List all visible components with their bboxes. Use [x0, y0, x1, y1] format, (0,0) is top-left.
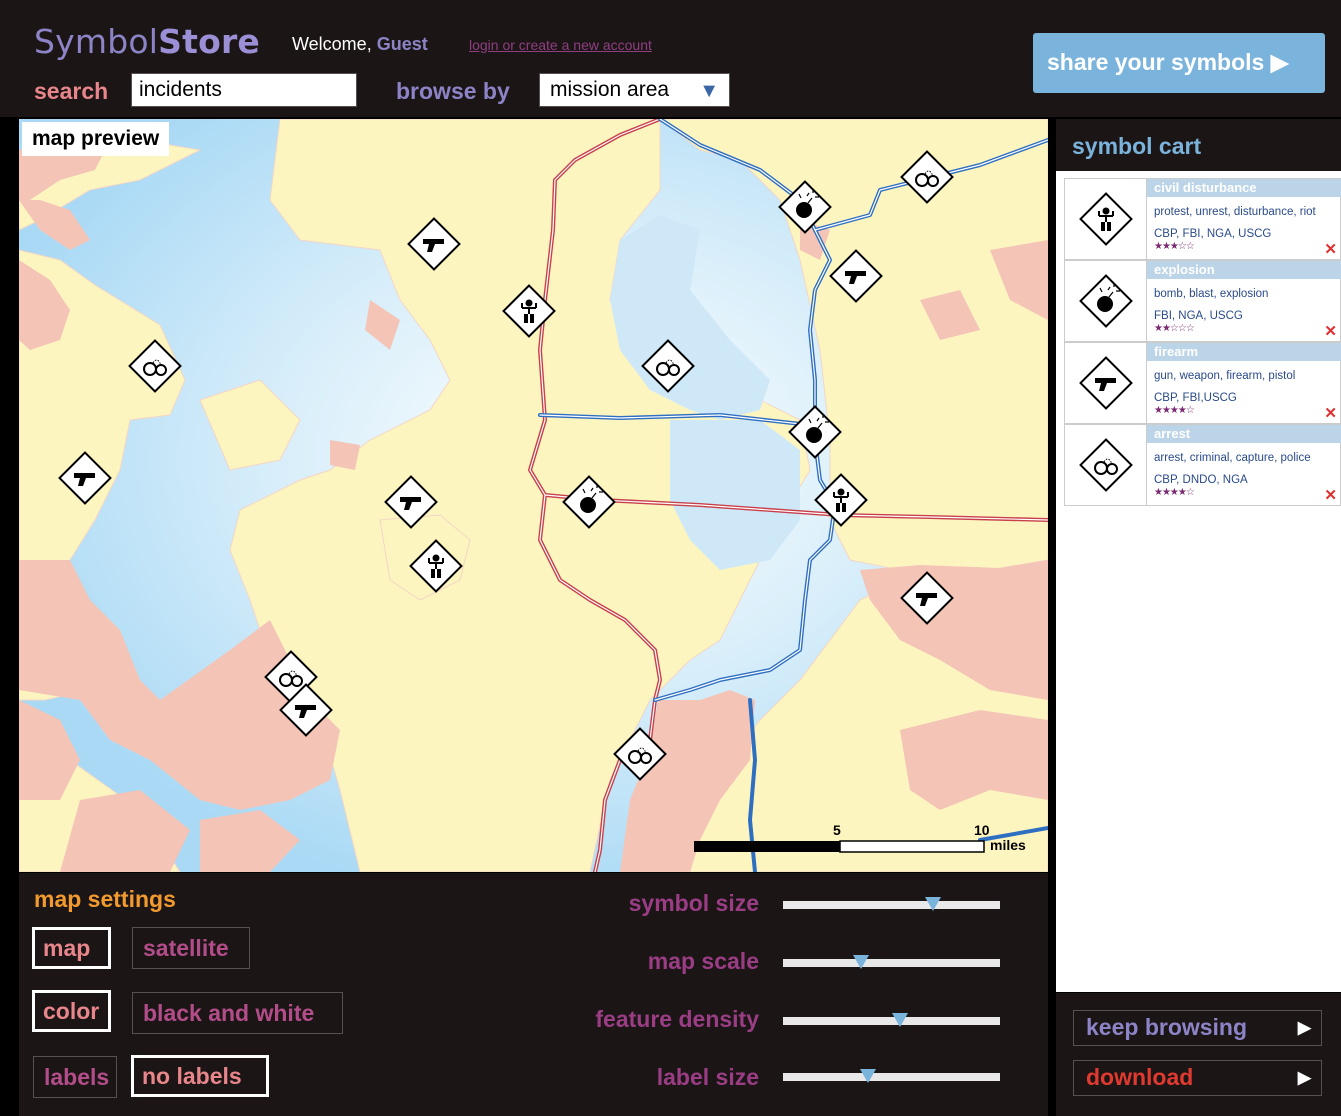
map-preview-label: map preview	[22, 122, 170, 156]
feature-density-slider-thumb[interactable]	[892, 1013, 909, 1027]
symbol-cart-title: symbol cart	[1072, 133, 1202, 159]
cart-item-rating: ★★★★☆	[1154, 405, 1195, 416]
browse-label: browse by	[396, 78, 510, 104]
keep-browsing-label: keep browsing	[1086, 1014, 1248, 1040]
option-color[interactable]: color	[32, 990, 111, 1032]
cart-item-agencies: FBI, NGA, USCG	[1154, 310, 1243, 322]
scale-label-5: 5	[833, 822, 841, 838]
symbol-size-slider-thumb[interactable]	[924, 897, 941, 911]
cart-item-agencies: CBP, DNDO, NGA	[1154, 474, 1248, 486]
map-preview[interactable]	[19, 119, 1048, 872]
dropdown-caret-icon: ▼	[699, 80, 719, 102]
cart-item-agencies: CBP, FBI,USCG	[1154, 392, 1237, 404]
cart-item-name: arrest	[1147, 425, 1341, 443]
cart-item[interactable]: explosion bomb, blast, explosion FBI, NG…	[1064, 260, 1341, 342]
label-size-label: label size	[656, 1064, 759, 1090]
option-map[interactable]: map	[32, 927, 111, 969]
cart-item-rating: ★★★☆☆	[1154, 241, 1195, 252]
logo[interactable]: SymbolStore	[34, 22, 260, 61]
map-scale-slider-thumb[interactable]	[853, 955, 870, 969]
option-no-labels[interactable]: no labels	[131, 1055, 269, 1097]
arrow-right-icon: ▶	[1297, 1068, 1311, 1087]
logo-store: Store	[158, 22, 261, 61]
cart-item-name: explosion	[1147, 261, 1341, 279]
remove-icon[interactable]: ✕	[1324, 240, 1337, 258]
welcome-text: Welcome,	[292, 34, 372, 54]
scale-label-10: 10	[974, 822, 990, 838]
scale-bar	[694, 840, 985, 853]
feature-density-label: feature density	[595, 1006, 759, 1032]
download-button[interactable]: download ▶	[1073, 1060, 1322, 1096]
cart-item-tags: bomb, blast, explosion	[1154, 288, 1269, 300]
scale-unit: miles	[990, 837, 1026, 853]
map-scale-label: map scale	[647, 948, 759, 974]
cart-item-rating: ★★★★☆	[1154, 487, 1195, 498]
cart-item[interactable]: firearm gun, weapon, firearm, pistol CBP…	[1064, 342, 1341, 424]
symbol-cart-header: symbol cart	[1056, 119, 1341, 171]
option-black-and-white[interactable]: black and white	[132, 992, 343, 1034]
search-label: search	[34, 78, 109, 104]
cart-item-name: firearm	[1147, 343, 1341, 361]
remove-icon[interactable]: ✕	[1324, 322, 1337, 340]
logo-symbol: Symbol	[34, 22, 159, 61]
cart-item-tags: gun, weapon, firearm, pistol	[1154, 370, 1296, 382]
explosion-icon	[1065, 261, 1147, 341]
download-label: download	[1086, 1064, 1194, 1090]
remove-icon[interactable]: ✕	[1324, 404, 1337, 422]
label-size-slider[interactable]	[783, 1069, 1000, 1083]
map-settings-title: map settings	[34, 886, 176, 912]
map-scale-slider[interactable]	[783, 955, 1000, 969]
cart-item[interactable]: civil disturbance protest, unrest, distu…	[1064, 178, 1341, 260]
share-symbols-button[interactable]: share your symbols ▶	[1033, 33, 1325, 93]
civil-disturbance-icon	[1065, 179, 1147, 259]
cart-item-tags: protest, unrest, disturbance, riot	[1154, 206, 1316, 218]
arrow-right-icon: ▶	[1297, 1018, 1311, 1037]
cart-item-tags: arrest, criminal, capture, police	[1154, 452, 1311, 464]
keep-browsing-button[interactable]: keep browsing ▶	[1073, 1010, 1322, 1046]
browse-select-value: mission area	[550, 78, 670, 101]
label-size-slider-thumb[interactable]	[859, 1069, 876, 1083]
remove-icon[interactable]: ✕	[1324, 486, 1337, 504]
map-canvas	[19, 119, 1048, 872]
search-input[interactable]	[131, 73, 357, 107]
feature-density-slider[interactable]	[783, 1013, 1000, 1027]
option-satellite[interactable]: satellite	[132, 927, 250, 969]
arrest-icon	[1065, 425, 1147, 505]
cart-item[interactable]: arrest arrest, criminal, capture, police…	[1064, 424, 1341, 506]
option-labels[interactable]: labels	[33, 1056, 117, 1098]
login-link[interactable]: login or create a new account	[469, 37, 652, 53]
symbol-cart: symbol cart civil disturbance protest, u…	[1056, 119, 1341, 992]
guest-name: Guest	[376, 34, 428, 54]
symbol-size-slider[interactable]	[783, 897, 1000, 911]
cart-item-rating: ★★☆☆☆	[1154, 323, 1195, 334]
browse-select[interactable]: mission area ▼	[539, 73, 730, 107]
welcome-message: Welcome, Guest	[292, 34, 428, 55]
firearm-icon	[1065, 343, 1147, 423]
cart-item-name: civil disturbance	[1147, 179, 1341, 197]
cart-item-agencies: CBP, FBI, NGA, USCG	[1154, 228, 1272, 240]
symbol-size-label: symbol size	[628, 890, 759, 916]
